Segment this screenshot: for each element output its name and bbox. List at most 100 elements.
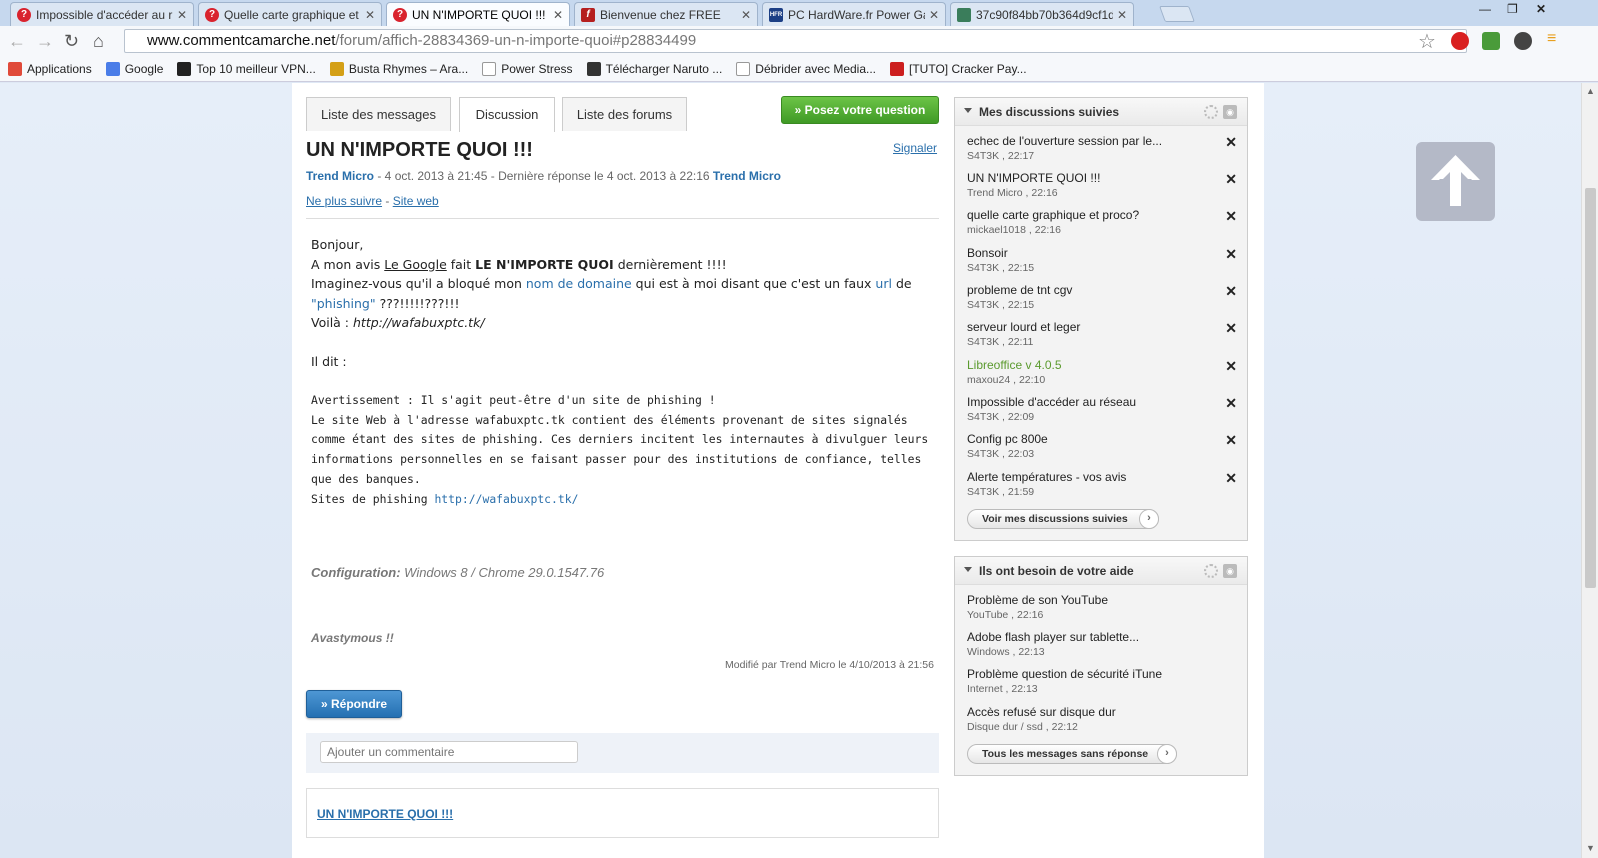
browser-tab[interactable]: 37c90f84bb70b364d9cf1d ✕ (950, 2, 1134, 26)
close-icon[interactable]: ✕ (553, 8, 563, 22)
close-icon[interactable]: ✕ (1225, 208, 1237, 225)
tab-message-list[interactable]: Liste des messages (306, 97, 451, 131)
menu-icon[interactable]: ≡ (1547, 30, 1556, 48)
close-icon[interactable]: ✕ (741, 8, 751, 22)
browser-tab[interactable]: ? Impossible d'accéder au r ✕ (10, 2, 194, 26)
item-title[interactable]: echec de l'ouverture session par le... (967, 134, 1237, 148)
list-item[interactable]: Impossible d'accéder au réseau S4T3K , 22… (967, 395, 1237, 423)
bookmark-item[interactable]: Busta Rhymes – Ara... (329, 61, 468, 76)
comment-input[interactable] (320, 741, 578, 763)
tab-forum-list[interactable]: Liste des forums (562, 97, 687, 131)
window-close-icon[interactable]: ✕ (1536, 2, 1546, 16)
report-link[interactable]: Signaler (893, 141, 937, 155)
close-icon[interactable]: ✕ (1225, 395, 1237, 412)
bookmark-item[interactable]: Télécharger Naruto ... (586, 61, 722, 76)
reply-button[interactable]: » Répondre (306, 690, 402, 718)
item-title[interactable]: probleme de tnt cgv (967, 283, 1237, 297)
scroll-down-icon[interactable]: ▼ (1586, 843, 1595, 853)
list-item[interactable]: Alerte températures - vos avis S4T3K , 21… (967, 470, 1237, 498)
close-icon[interactable]: ✕ (1225, 246, 1237, 263)
item-title[interactable]: Adobe flash player sur tablette... (967, 630, 1237, 644)
bookmark-item[interactable]: Applications (8, 61, 92, 76)
item-title[interactable]: Bonsoir (967, 246, 1237, 260)
ask-question-button[interactable]: » Posez votre question (781, 96, 939, 124)
new-tab-button[interactable] (1159, 6, 1195, 22)
list-item[interactable]: serveur lourd et leger S4T3K , 22:11 ✕ (967, 320, 1237, 348)
unfollow-link[interactable]: Ne plus suivre (306, 194, 382, 208)
back-icon[interactable]: ← (8, 31, 26, 52)
list-item[interactable]: Problème de son YouTube YouTube , 22:16 (967, 593, 1237, 621)
phishing-link[interactable]: "phishing" (311, 296, 376, 311)
shield-extension-icon[interactable] (1482, 32, 1500, 50)
close-icon[interactable]: ✕ (1225, 171, 1237, 188)
list-item[interactable]: Problème question de sécurité iTune Inter… (967, 667, 1237, 695)
item-title[interactable]: Problème question de sécurité iTune (967, 667, 1237, 681)
browser-tab[interactable]: HFR PC HardWare.fr Power Ga ✕ (762, 2, 946, 26)
last-author-link[interactable]: Trend Micro (713, 169, 781, 183)
panel-header[interactable]: Ils ont besoin de votre aide ◉ (955, 557, 1247, 585)
bookmark-item[interactable]: Débrider avec Media... (736, 61, 876, 76)
close-icon[interactable]: ✕ (177, 8, 187, 22)
rss-icon[interactable]: ◉ (1223, 105, 1237, 119)
browser-tab[interactable]: ? Quelle carte graphique et ✕ (198, 2, 382, 26)
bookmark-item[interactable]: Google (105, 61, 163, 76)
bookmark-star-icon[interactable]: ☆ (1418, 29, 1436, 54)
item-title[interactable]: UN N'IMPORTE QUOI !!! (967, 171, 1237, 185)
see-followed-button[interactable]: Voir mes discussions suivies › (967, 509, 1159, 529)
item-title[interactable]: serveur lourd et leger (967, 320, 1237, 334)
list-item[interactable]: echec de l'ouverture session par le... S4… (967, 134, 1237, 162)
author-link[interactable]: Trend Micro (306, 169, 374, 183)
list-item[interactable]: Accès refusé sur disque dur Disque dur / … (967, 705, 1237, 733)
list-item[interactable]: probleme de tnt cgv S4T3K , 22:15 ✕ (967, 283, 1237, 311)
phishing-site-link[interactable]: http://wafabuxptc.tk/ (434, 492, 578, 506)
item-title[interactable]: Impossible d'accéder au réseau (967, 395, 1237, 409)
item-title[interactable]: Accès refusé sur disque dur (967, 705, 1237, 719)
item-title[interactable]: Alerte températures - vos avis (967, 470, 1237, 484)
back-to-top-button[interactable] (1416, 142, 1495, 221)
item-title[interactable]: Problème de son YouTube (967, 593, 1237, 607)
address-bar[interactable]: www.commentcamarche.net/forum/affich-288… (124, 29, 1467, 53)
item-title[interactable]: quelle carte graphique et proco? (967, 208, 1237, 222)
unanswered-messages-button[interactable]: Tous les messages sans réponse › (967, 744, 1177, 764)
google-link[interactable]: Le Google (384, 257, 447, 272)
panel-header[interactable]: Mes discussions suivies ◉ (955, 98, 1247, 126)
close-icon[interactable]: ✕ (1225, 134, 1237, 151)
browser-tab-active[interactable]: ? UN N'IMPORTE QUOI !!! ✕ (386, 2, 570, 27)
scroll-up-icon[interactable]: ▲ (1586, 86, 1595, 96)
website-link[interactable]: Site web (393, 194, 439, 208)
forward-icon[interactable]: → (36, 31, 54, 52)
list-item[interactable]: Bonsoir S4T3K , 22:15 ✕ (967, 246, 1237, 274)
settings-icon[interactable] (1204, 105, 1218, 119)
maximize-icon[interactable]: ❐ (1507, 2, 1518, 16)
list-item[interactable]: Adobe flash player sur tablette... Window… (967, 630, 1237, 658)
list-item[interactable]: Config pc 800e S4T3K , 22:03 ✕ (967, 432, 1237, 460)
close-icon[interactable]: ✕ (1117, 8, 1127, 22)
scrollbar[interactable]: ▲ ▼ (1581, 83, 1598, 858)
reload-icon[interactable]: ↻ (64, 31, 79, 52)
related-link[interactable]: UN N'IMPORTE QUOI !!! (317, 807, 453, 821)
close-icon[interactable]: ✕ (1225, 320, 1237, 337)
close-icon[interactable]: ✕ (1225, 470, 1237, 487)
account-extension-icon[interactable] (1514, 32, 1532, 50)
url-link[interactable]: url (875, 276, 892, 291)
domain-name-link[interactable]: nom de domaine (526, 276, 632, 291)
bookmark-item[interactable]: [TUTO] Cracker Pay... (890, 61, 1027, 76)
browser-tab[interactable]: f Bienvenue chez FREE ✕ (574, 2, 758, 26)
home-icon[interactable]: ⌂ (93, 31, 104, 52)
settings-icon[interactable] (1204, 564, 1218, 578)
collapse-icon[interactable] (964, 567, 972, 572)
minimize-icon[interactable]: — (1479, 2, 1491, 16)
tab-discussion[interactable]: Discussion (459, 97, 555, 132)
close-icon[interactable]: ✕ (1225, 283, 1237, 300)
list-item[interactable]: Libreoffice v 4.0.5 maxou24 , 22:10 ✕ (967, 358, 1237, 386)
stop-extension-icon[interactable] (1451, 32, 1469, 50)
close-icon[interactable]: ✕ (929, 8, 939, 22)
close-icon[interactable]: ✕ (1225, 432, 1237, 449)
item-title[interactable]: Config pc 800e (967, 432, 1237, 446)
close-icon[interactable]: ✕ (365, 8, 375, 22)
list-item[interactable]: quelle carte graphique et proco? mickael1… (967, 208, 1237, 236)
bookmark-item[interactable]: Top 10 meilleur VPN... (177, 61, 316, 76)
list-item[interactable]: UN N'IMPORTE QUOI !!! Trend Micro , 22:16… (967, 171, 1237, 199)
item-title[interactable]: Libreoffice v 4.0.5 (967, 358, 1237, 372)
rss-icon[interactable]: ◉ (1223, 564, 1237, 578)
